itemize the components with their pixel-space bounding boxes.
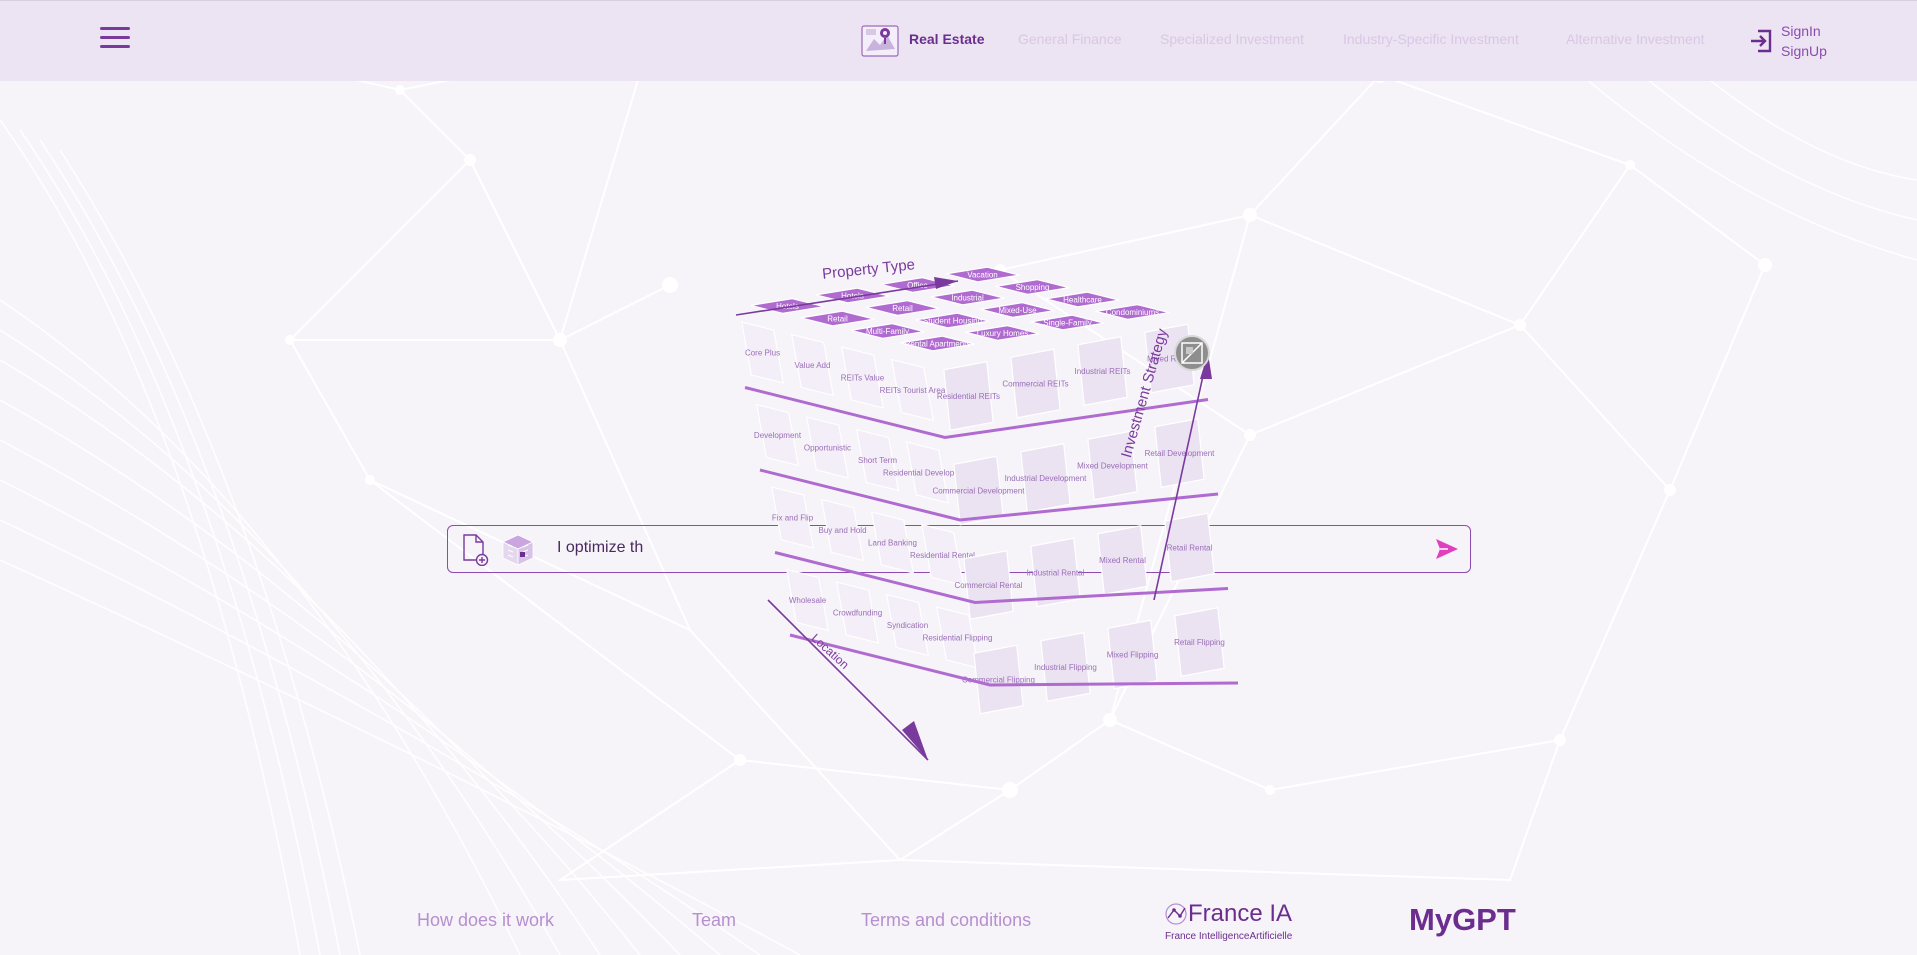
footer-how-it-works-link[interactable]: How does it work <box>417 910 554 931</box>
cube-left-cell-label: Opportunistic <box>804 444 851 453</box>
cube-top-cell-label: Luxury Homes <box>977 329 1029 338</box>
cube-right-cell-label: Retail Development <box>1145 449 1216 458</box>
nav-general-finance[interactable]: General Finance <box>1018 31 1122 47</box>
real-estate-map-icon[interactable] <box>860 21 902 61</box>
cube-left-cell-label: Wholesale <box>789 596 827 605</box>
nav-industry-specific-investment[interactable]: Industry-Specific Investment <box>1343 31 1519 47</box>
send-icon[interactable] <box>1434 537 1460 561</box>
nav-specialized-investment[interactable]: Specialized Investment <box>1160 31 1304 47</box>
footer-terms-link[interactable]: Terms and conditions <box>861 910 1031 931</box>
cube-right-cell-label: Retail Rental <box>1167 544 1213 553</box>
reset-cube-icon[interactable] <box>1174 335 1210 371</box>
mini-cube-icon[interactable] <box>500 533 536 567</box>
cube-left-cell-label: Land Banking <box>868 539 917 548</box>
cube-right-cell-label: Mixed Flipping <box>1107 651 1159 660</box>
top-nav-bar: Real Estate General Finance Specialized … <box>0 0 1917 81</box>
cube-top-cell-label: Industrial <box>951 294 984 303</box>
cube-right-cell-label: Industrial Rental <box>1027 569 1085 578</box>
cube-left-cell-label: Crowdfunding <box>833 609 882 618</box>
cube-left-cell-label: Fix and Flip <box>772 514 814 523</box>
cube-right-cell-label: Commercial REITs <box>1002 380 1068 389</box>
cube-top-cell-label: Mixed-Use <box>998 306 1037 315</box>
cube-top-cell-label: Condominiums <box>1106 308 1159 317</box>
cube-right-cell-label: Mixed Development <box>1077 462 1148 471</box>
cube-top-cell-label: Single-Family <box>1043 319 1091 328</box>
cube-top-cell-label: Retail <box>827 315 848 324</box>
signup-link[interactable]: SignUp <box>1781 43 1827 59</box>
footer-team-link[interactable]: Team <box>692 910 736 931</box>
cube-right-cell-label: Industrial REITs <box>1074 367 1130 376</box>
cube-right-cell-label: Industrial Development <box>1005 474 1088 483</box>
cube-left-cell-label: Core Plus <box>745 349 780 358</box>
cube-top-cell-label: Shopping <box>1016 283 1050 292</box>
nav-alternative-investment[interactable]: Alternative Investment <box>1566 31 1705 47</box>
investment-cube[interactable]: Core Plus Development Fix and Flip Wholesal… <box>730 255 1250 775</box>
signin-link[interactable]: SignIn <box>1781 23 1821 39</box>
cube-graphic[interactable]: Core Plus Development Fix and Flip Wholesal… <box>730 255 1250 775</box>
mygpt-logo[interactable]: MyGPT <box>1409 902 1516 938</box>
cube-left-cell-label: Short Term <box>858 456 897 465</box>
cube-left-cell-label: Value Add <box>795 361 831 370</box>
cube-left-cell-label: Syndication <box>887 621 928 630</box>
cube-top-cell-label: Rental Apartments <box>905 340 971 349</box>
france-ia-title: France IA <box>1188 900 1293 927</box>
cube-right-cell-label: Commercial Rental <box>954 581 1022 590</box>
cube-left-cell-label: Buy and Hold <box>818 526 866 535</box>
cube-top-cell-label: Student Housing <box>923 317 982 326</box>
cube-right-cell-label: Industrial Flipping <box>1034 663 1097 672</box>
cube-right-cell-label: Commercial Development <box>932 487 1025 496</box>
sign-in-icon[interactable] <box>1748 28 1774 54</box>
cube-right-cell-label: Mixed Rental <box>1099 556 1146 565</box>
cube-left-cell-label: Development <box>754 431 802 440</box>
cube-right-cell-label: Residential REITs <box>937 392 1000 401</box>
france-ia-subtitle: France IntelligenceArtificielle <box>1165 931 1293 942</box>
attach-file-icon[interactable] <box>461 534 489 566</box>
cube-right-cell-label: Retail Flipping <box>1174 638 1225 647</box>
location-axis-arrow <box>902 721 928 760</box>
hamburger-menu-icon[interactable] <box>100 25 132 51</box>
nav-real-estate[interactable]: Real Estate <box>909 31 984 47</box>
cube-left-cell-label: Residential Flipping <box>923 634 993 643</box>
cube-top-cell-label: Healthcare <box>1063 296 1102 305</box>
cube-top-cell-label: Vacation <box>967 271 998 280</box>
cube-left-cell-label: REITs Value <box>841 374 885 383</box>
france-ia-emblem-icon <box>1165 903 1187 925</box>
cube-top-cell-label: Retail <box>892 304 913 313</box>
cube-top-cell-label: Multi-Family <box>866 327 909 336</box>
